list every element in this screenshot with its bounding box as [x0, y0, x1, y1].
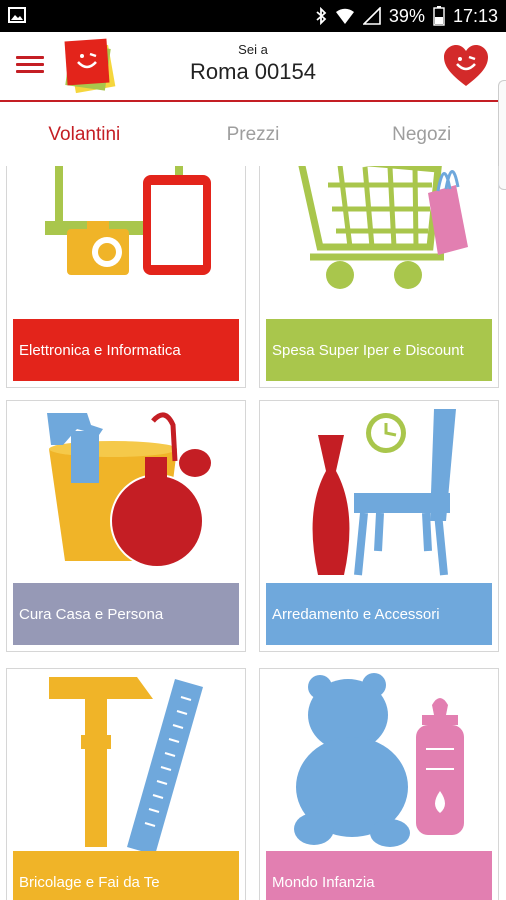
tab-volantini[interactable]: Volantini: [0, 104, 169, 166]
heart-favorites-icon[interactable]: [442, 44, 490, 88]
category-label: Elettronica e Informatica: [13, 319, 239, 381]
shopping-cart-icon: [260, 166, 498, 323]
category-label: Arredamento e Accessori: [266, 583, 492, 645]
category-label: Spesa Super Iper e Discount: [266, 319, 492, 381]
category-card-arredamento[interactable]: Arredamento e Accessori: [259, 400, 499, 652]
cleaning-perfume-icon: [7, 401, 245, 587]
category-card-bricolage[interactable]: Bricolage e Fai da Te: [6, 668, 246, 900]
category-card-cura-casa[interactable]: Cura Casa e Persona: [6, 400, 246, 652]
category-card-elettronica[interactable]: Elettronica e Informatica: [6, 166, 246, 388]
app-header: Sei a Roma 00154: [0, 32, 506, 102]
wifi-icon: [335, 7, 355, 25]
tab-bar: Volantini Prezzi Negozi: [0, 104, 506, 166]
app-logo: [58, 36, 122, 96]
hammer-ruler-icon: [7, 669, 245, 855]
hamburger-menu-icon[interactable]: [12, 52, 48, 80]
category-grid: Elettronica e Informatica Spesa Super Ip…: [0, 166, 506, 900]
signal-icon: [362, 7, 381, 25]
teddy-bottle-icon: [260, 669, 498, 855]
category-card-spesa[interactable]: Spesa Super Iper e Discount: [259, 166, 499, 388]
tab-negozi[interactable]: Negozi: [337, 104, 506, 166]
clock: 17:13: [452, 5, 498, 26]
tab-prezzi[interactable]: Prezzi: [169, 104, 338, 166]
battery-percentage: 39%: [388, 5, 425, 26]
image-notification-icon: [8, 7, 26, 23]
chair-vase-clock-icon: [260, 401, 498, 587]
category-card-infanzia[interactable]: Mondo Infanzia: [259, 668, 499, 900]
laptop-camera-tablet-icon: [7, 166, 245, 323]
status-bar: 39% 17:13: [0, 0, 506, 32]
location-prefix: Sei a: [238, 42, 268, 57]
battery-icon: [433, 6, 445, 26]
category-label: Bricolage e Fai da Te: [13, 851, 239, 900]
current-location[interactable]: Sei a Roma 00154: [150, 42, 356, 85]
category-label: Mondo Infanzia: [266, 851, 492, 900]
category-label: Cura Casa e Persona: [13, 583, 239, 645]
bluetooth-icon: [315, 7, 327, 25]
location-city: Roma 00154: [190, 59, 316, 84]
